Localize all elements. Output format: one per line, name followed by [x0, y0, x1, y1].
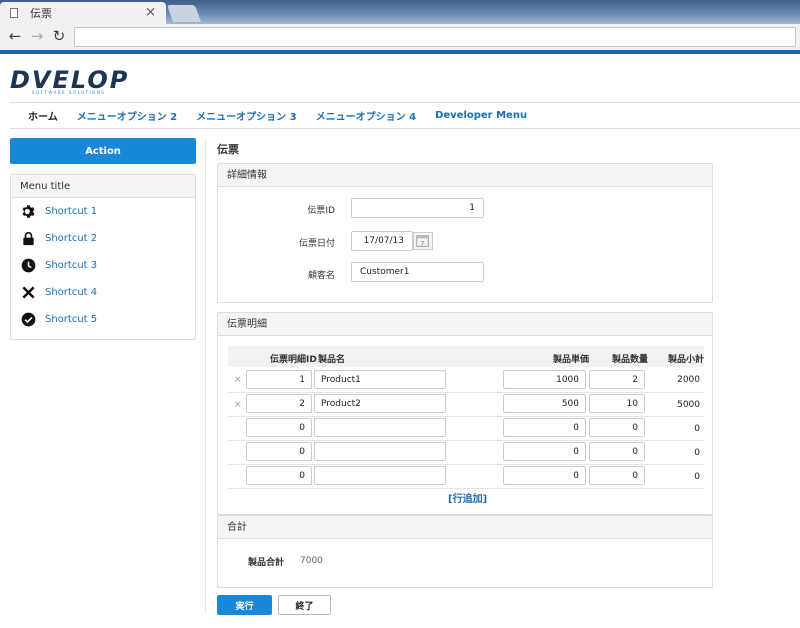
row-divider: [228, 392, 704, 393]
detail-panel-heading: 詳細情報: [218, 164, 712, 187]
row-4-product[interactable]: [314, 442, 446, 461]
back-arrow-icon[interactable]: ←: [6, 27, 24, 45]
row-4-subtotal: 0: [694, 448, 700, 458]
row-divider: [228, 440, 704, 441]
total-panel-heading: 合計: [218, 516, 712, 539]
customer-input[interactable]: Customer1: [351, 262, 484, 282]
row-4-line-id[interactable]: 0: [246, 442, 312, 461]
row-5-product[interactable]: [314, 466, 446, 485]
row-5-qty[interactable]: 0: [589, 466, 645, 485]
logo-subtitle: SOFTWARE SOLUTIONS: [32, 90, 106, 95]
address-bar[interactable]: [74, 27, 796, 47]
row-3-line-id[interactable]: 0: [246, 418, 312, 437]
line-items-heading: 伝票明細: [218, 313, 712, 336]
row-3-unit-price[interactable]: 0: [503, 418, 586, 437]
col-product: 製品名: [318, 355, 346, 365]
calendar-icon[interactable]: 7: [413, 232, 433, 250]
row-1-unit-price[interactable]: 1000: [503, 370, 586, 389]
nav-item-home[interactable]: ホーム: [28, 108, 58, 123]
shortcut-3[interactable]: Shortcut 3: [11, 252, 195, 279]
row-divider: [228, 488, 704, 489]
shortcut-5[interactable]: Shortcut 5: [11, 306, 195, 333]
action-button[interactable]: Action: [10, 138, 196, 164]
row-2-qty[interactable]: 10: [589, 394, 645, 413]
main-navbar: ホーム メニューオプション 2 メニューオプション 3 メニューオプション 4 …: [10, 102, 800, 129]
row-5-unit-price[interactable]: 0: [503, 466, 586, 485]
row-2-line-id[interactable]: 2: [246, 394, 312, 413]
col-line-id: 伝票明細ID: [270, 355, 317, 365]
product-total-label: 製品合計: [248, 558, 285, 568]
shortcut-menu: Menu title Shortcut 1 Shortcut 2 Shortcu…: [10, 174, 196, 340]
tab-close-icon[interactable]: ×: [145, 5, 156, 20]
page-title: 伝票: [217, 143, 239, 156]
col-unit-price: 製品単価: [553, 355, 590, 365]
browser-tab-bar: 伝票 ×: [0, 0, 800, 24]
row-5-subtotal: 0: [694, 472, 700, 482]
shortcut-4[interactable]: Shortcut 4: [11, 279, 195, 306]
slip-date-input[interactable]: 17/07/13: [351, 231, 413, 251]
row-1-product[interactable]: Product1: [314, 370, 446, 389]
svg-text:7: 7: [420, 240, 424, 247]
row-3-subtotal: 0: [694, 424, 700, 434]
row-1-line-id[interactable]: 1: [246, 370, 312, 389]
shortcut-4-label: Shortcut 4: [45, 287, 98, 298]
row-5-line-id[interactable]: 0: [246, 466, 312, 485]
shortcut-5-label: Shortcut 5: [45, 314, 98, 325]
nav-item-developer-menu[interactable]: Developer Menu: [435, 110, 527, 121]
col-subtotal: 製品小計: [668, 355, 705, 365]
menu-title: Menu title: [11, 175, 195, 198]
shortcut-3-label: Shortcut 3: [45, 260, 98, 271]
browser-toolbar: ← → ↻: [0, 24, 800, 50]
total-panel: 合計: [217, 515, 713, 588]
delete-row-2-icon[interactable]: ×: [234, 400, 242, 410]
shortcut-2[interactable]: Shortcut 2: [11, 225, 195, 252]
run-button[interactable]: 実行: [217, 595, 272, 615]
new-tab-button[interactable]: [166, 5, 202, 22]
row-1-qty[interactable]: 2: [589, 370, 645, 389]
row-2-subtotal: 5000: [677, 400, 700, 410]
lock-icon: [23, 231, 34, 246]
clock-icon: [21, 258, 36, 273]
customer-label: 顧客名: [307, 271, 335, 281]
slip-id-input[interactable]: 1: [351, 198, 484, 218]
close-icon: [22, 286, 35, 299]
end-button[interactable]: 終了: [278, 595, 331, 615]
gear-icon: [22, 205, 35, 218]
line-items-header: 伝票明細ID 製品名 製品単価 製品数量 製品小計: [228, 346, 704, 367]
add-row-link[interactable]: [行追加]: [448, 490, 487, 505]
delete-row-1-icon[interactable]: ×: [234, 375, 242, 385]
row-1-subtotal: 2000: [677, 375, 700, 385]
reload-icon[interactable]: ↻: [50, 27, 68, 45]
row-divider: [228, 416, 704, 417]
row-2-unit-price[interactable]: 500: [503, 394, 586, 413]
slip-date-label: 伝票日付: [298, 239, 335, 249]
shortcut-1[interactable]: Shortcut 1: [11, 198, 195, 225]
brand-logo[interactable]: DVELOP SOFTWARE SOLUTIONS: [10, 66, 129, 96]
col-qty: 製品数量: [612, 355, 649, 365]
detail-panel: 詳細情報: [217, 163, 713, 303]
nav-item-option-4[interactable]: メニューオプション 4: [316, 108, 416, 123]
browser-tab[interactable]: 伝票 ×: [0, 2, 166, 24]
check-circle-icon: [21, 312, 36, 327]
browser-tab-title: 伝票: [30, 7, 52, 20]
product-total-value: 7000: [300, 556, 323, 566]
slip-id-label: 伝票ID: [307, 206, 335, 216]
row-4-unit-price[interactable]: 0: [503, 442, 586, 461]
shortcut-1-label: Shortcut 1: [45, 206, 98, 217]
document-icon: [10, 8, 18, 18]
nav-item-option-2[interactable]: メニューオプション 2: [77, 108, 177, 123]
forward-arrow-icon[interactable]: →: [28, 27, 46, 45]
row-divider: [228, 464, 704, 465]
row-4-qty[interactable]: 0: [589, 442, 645, 461]
header-accent-line: [0, 50, 800, 54]
row-3-product[interactable]: [314, 418, 446, 437]
shortcut-2-label: Shortcut 2: [45, 233, 98, 244]
content-divider: [205, 138, 206, 614]
nav-item-option-3[interactable]: メニューオプション 3: [196, 108, 296, 123]
row-3-qty[interactable]: 0: [589, 418, 645, 437]
row-2-product[interactable]: Product2: [314, 394, 446, 413]
